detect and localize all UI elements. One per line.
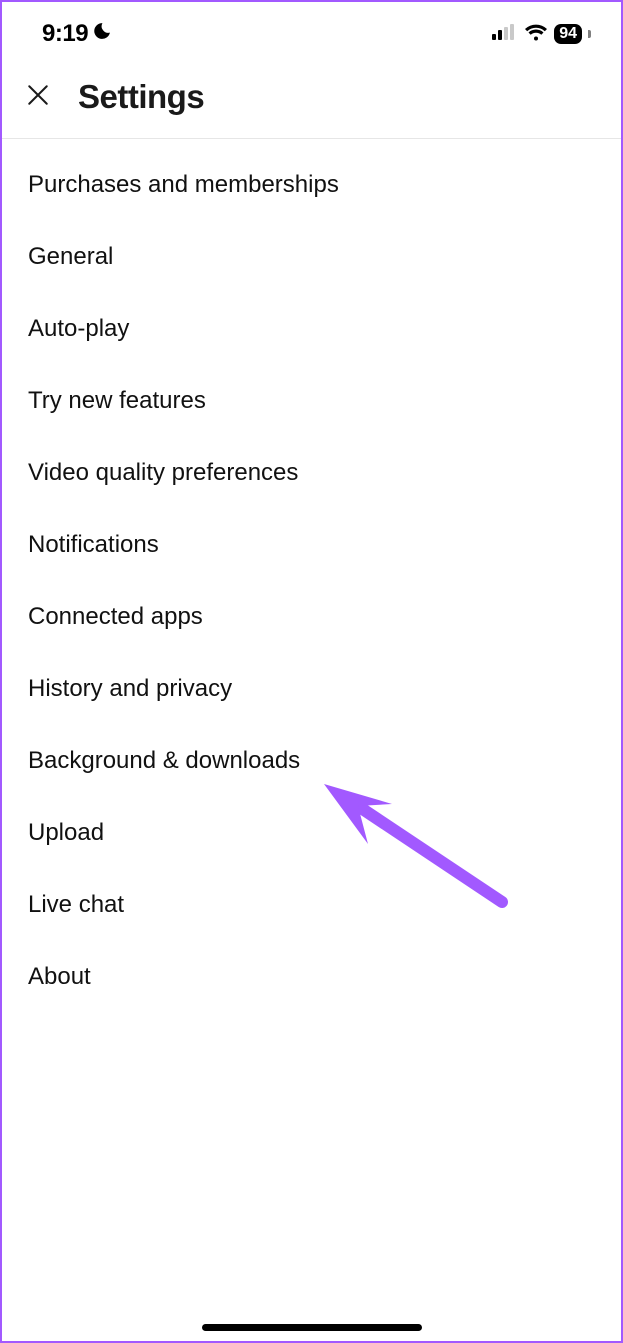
settings-menu: Purchases and memberships General Auto-p… xyxy=(2,139,621,1013)
battery-icon: 94 xyxy=(554,24,582,44)
menu-item-label: Try new features xyxy=(28,387,206,414)
close-icon xyxy=(23,80,53,115)
home-indicator[interactable] xyxy=(202,1324,422,1331)
menu-item-label: Video quality preferences xyxy=(28,459,298,486)
menu-item-label: History and privacy xyxy=(28,675,232,702)
battery-tip-icon xyxy=(588,30,591,38)
menu-item-label: Notifications xyxy=(28,531,159,558)
dnd-moon-icon xyxy=(92,20,112,48)
status-time: 9:19 xyxy=(42,20,88,48)
menu-item-video-quality[interactable]: Video quality preferences xyxy=(2,437,621,509)
menu-item-label: Auto-play xyxy=(28,315,129,342)
status-bar: 9:19 94 xyxy=(2,2,621,60)
menu-item-live-chat[interactable]: Live chat xyxy=(2,869,621,941)
menu-item-label: Live chat xyxy=(28,891,124,918)
header: Settings xyxy=(2,60,621,139)
status-right: 94 xyxy=(492,23,591,46)
menu-item-label: Purchases and memberships xyxy=(28,171,339,198)
menu-item-label: Background & downloads xyxy=(28,747,300,774)
menu-item-label: About xyxy=(28,963,91,990)
menu-item-background-downloads[interactable]: Background & downloads xyxy=(2,725,621,797)
cellular-signal-icon xyxy=(492,24,518,45)
menu-item-auto-play[interactable]: Auto-play xyxy=(2,293,621,365)
battery-level: 94 xyxy=(559,26,577,42)
menu-item-label: General xyxy=(28,243,113,270)
menu-item-upload[interactable]: Upload xyxy=(2,797,621,869)
menu-item-about[interactable]: About xyxy=(2,941,621,1013)
menu-item-general[interactable]: General xyxy=(2,221,621,293)
menu-item-notifications[interactable]: Notifications xyxy=(2,509,621,581)
page-title: Settings xyxy=(78,78,204,116)
close-button[interactable] xyxy=(20,79,56,115)
menu-item-try-new-features[interactable]: Try new features xyxy=(2,365,621,437)
menu-item-label: Upload xyxy=(28,819,104,846)
status-left: 9:19 xyxy=(42,20,112,48)
menu-item-purchases-memberships[interactable]: Purchases and memberships xyxy=(2,149,621,221)
menu-item-history-privacy[interactable]: History and privacy xyxy=(2,653,621,725)
menu-item-connected-apps[interactable]: Connected apps xyxy=(2,581,621,653)
wifi-icon xyxy=(524,23,548,46)
menu-item-label: Connected apps xyxy=(28,603,203,630)
